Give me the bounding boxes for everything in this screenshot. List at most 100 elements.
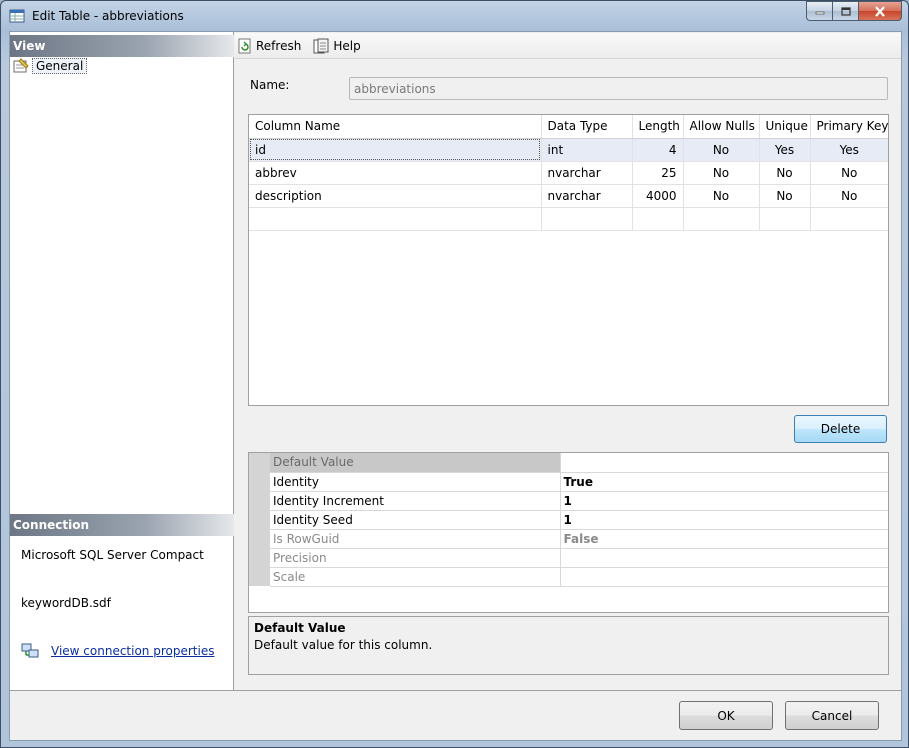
property-gutter (249, 510, 270, 529)
grid-header-row: Column Name Data Type Length Allow Nulls… (249, 115, 888, 139)
header-data-type[interactable]: Data Type (541, 115, 633, 139)
table-window-icon (9, 9, 25, 23)
property-row-identity-seed[interactable]: Identity Seed 1 (249, 510, 888, 530)
title-bar[interactable]: Edit Table - abbreviations (1, 1, 908, 31)
data-type-cell[interactable]: nvarchar (541, 161, 633, 185)
primary-key-cell[interactable]: No (810, 184, 888, 208)
property-name: Scale (270, 567, 561, 587)
data-type-cell[interactable] (541, 207, 633, 231)
table-name-input[interactable] (349, 77, 888, 100)
connection-properties-icon (21, 643, 39, 658)
allow-nulls-cell[interactable]: No (683, 184, 760, 208)
connection-file: keywordDB.sdf (21, 596, 111, 610)
header-allow-nulls[interactable]: Allow Nulls (683, 115, 760, 139)
sidebar-item-label: General (32, 58, 88, 74)
connection-server: Microsoft SQL Server Compact (21, 548, 204, 562)
maximize-button[interactable] (832, 1, 858, 21)
name-label: Name: (250, 78, 290, 92)
property-value[interactable]: True (560, 472, 888, 492)
property-gutter (249, 529, 270, 548)
divider (10, 690, 901, 691)
property-value[interactable]: False (560, 529, 888, 549)
property-value[interactable] (560, 567, 888, 587)
allow-nulls-cell[interactable]: No (683, 138, 760, 162)
refresh-button[interactable]: Refresh (238, 38, 301, 54)
property-gutter (249, 567, 270, 586)
refresh-label: Refresh (256, 38, 302, 53)
unique-cell[interactable]: No (759, 184, 811, 208)
description-text: Default value for this column. (254, 638, 433, 652)
refresh-icon (238, 38, 251, 53)
delete-button[interactable]: Delete (794, 415, 887, 443)
table-row[interactable]: abbrev nvarchar 25 No No No (249, 161, 888, 185)
data-type-cell[interactable]: nvarchar (541, 184, 633, 208)
property-row-is-rowguid[interactable]: Is RowGuid False (249, 529, 888, 549)
left-pane: View General Connection Microsoft SQL Se… (10, 32, 234, 690)
unique-cell[interactable]: Yes (759, 138, 811, 162)
connection-properties-row: View connection properties (21, 642, 214, 660)
maximize-icon (840, 6, 851, 16)
property-name: Identity (270, 472, 561, 492)
length-cell[interactable]: 4 (632, 138, 684, 162)
close-button[interactable] (858, 1, 902, 21)
property-name: Is RowGuid (270, 529, 561, 549)
property-gutter (249, 453, 270, 472)
caption-buttons (806, 1, 902, 21)
help-icon (313, 38, 329, 53)
length-cell[interactable] (632, 207, 684, 231)
primary-key-cell[interactable] (810, 207, 888, 231)
allow-nulls-cell[interactable] (683, 207, 760, 231)
column-name-cell[interactable]: id (249, 138, 542, 162)
property-gutter (249, 472, 270, 491)
unique-cell[interactable]: No (759, 161, 811, 185)
property-row-scale[interactable]: Scale (249, 567, 888, 587)
header-length[interactable]: Length (632, 115, 684, 139)
property-name: Identity Seed (270, 510, 561, 530)
property-row-default-value[interactable]: Default Value (249, 453, 888, 473)
edit-table-window: Edit Table - abbreviations View General … (0, 0, 909, 748)
new-row[interactable] (249, 207, 888, 231)
header-unique[interactable]: Unique (759, 115, 811, 139)
view-header: View (10, 35, 234, 57)
column-name-cell[interactable] (249, 207, 542, 231)
length-cell[interactable]: 4000 (632, 184, 684, 208)
table-row[interactable]: description nvarchar 4000 No No No (249, 184, 888, 208)
property-name: Precision (270, 548, 561, 568)
general-page-icon (13, 58, 29, 73)
cancel-button[interactable]: Cancel (785, 701, 879, 730)
column-name-cell[interactable]: description (249, 184, 542, 208)
property-value[interactable] (560, 548, 888, 568)
property-gutter (249, 548, 270, 567)
property-value[interactable]: 1 (560, 491, 888, 511)
property-name: Identity Increment (270, 491, 561, 511)
property-row-identity[interactable]: Identity True (249, 472, 888, 492)
allow-nulls-cell[interactable]: No (683, 161, 760, 185)
length-cell[interactable]: 25 (632, 161, 684, 185)
close-icon (875, 5, 885, 17)
property-row-identity-increment[interactable]: Identity Increment 1 (249, 491, 888, 511)
column-name-cell[interactable]: abbrev (249, 161, 542, 185)
minimize-icon (815, 11, 824, 15)
property-gutter (249, 491, 270, 510)
property-row-precision[interactable]: Precision (249, 548, 888, 568)
data-type-cell[interactable]: int (541, 138, 633, 162)
header-primary-key[interactable]: Primary Key (810, 115, 888, 139)
table-row[interactable]: id int 4 No Yes Yes (249, 138, 888, 162)
help-button[interactable]: Help (313, 38, 361, 54)
dialog-client-area: View General Connection Microsoft SQL Se… (9, 31, 902, 741)
property-value[interactable] (560, 453, 888, 473)
column-properties-grid[interactable]: Default Value Identity True Identity Inc… (248, 452, 889, 613)
columns-grid[interactable]: Column Name Data Type Length Allow Nulls… (248, 114, 889, 406)
property-value[interactable]: 1 (560, 510, 888, 530)
primary-key-cell[interactable]: Yes (810, 138, 888, 162)
sidebar-item-general[interactable]: General (13, 57, 88, 75)
property-description-panel: Default Value Default value for this col… (248, 616, 889, 675)
primary-key-cell[interactable]: No (810, 161, 888, 185)
minimize-button[interactable] (806, 1, 832, 21)
window-title: Edit Table - abbreviations (32, 9, 184, 23)
unique-cell[interactable] (759, 207, 811, 231)
ok-button[interactable]: OK (679, 701, 773, 730)
header-column-name[interactable]: Column Name (249, 115, 542, 139)
toolbar: Refresh Help (235, 33, 901, 59)
view-connection-properties-link[interactable]: View connection properties (51, 644, 214, 658)
